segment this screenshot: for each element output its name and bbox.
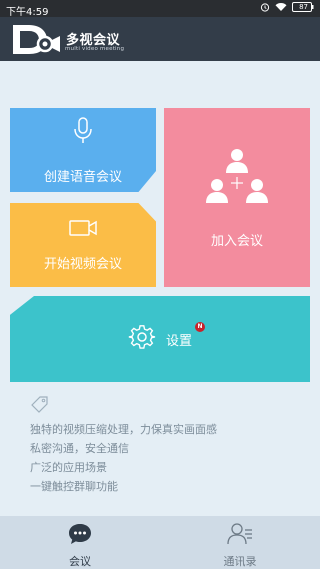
- logo-mark-icon: [13, 25, 60, 54]
- tab-meeting-label: 会议: [69, 555, 91, 568]
- alarm-icon: [260, 2, 270, 12]
- microphone-icon: [72, 116, 94, 150]
- video-camera-icon: [68, 219, 98, 241]
- feature-item: 独特的视频压缩处理，力保真实画面感: [30, 423, 217, 436]
- status-time: 下午4:59: [6, 7, 49, 18]
- app-header: 多视会议 multi video meeting: [0, 17, 320, 61]
- new-badge: N: [195, 321, 205, 332]
- create-voice-meeting-tile[interactable]: 创建语音会议: [10, 108, 156, 192]
- start-video-meeting-label: 开始视频会议: [43, 256, 122, 272]
- feature-list: 独特的视频压缩处理，力保真实画面感 私密沟通，安全通信 广泛的应用场景 一键触控…: [30, 394, 300, 496]
- tag-icon: [30, 394, 300, 418]
- group-users-icon: [204, 146, 270, 216]
- app-logo: 多视会议 multi video meeting: [10, 22, 150, 56]
- settings-text: 设置: [165, 333, 192, 349]
- tab-contacts-label: 通讯录: [223, 555, 257, 568]
- start-video-meeting-tile[interactable]: 开始视频会议: [10, 203, 156, 287]
- bottom-tab-bar: 会议 通讯录: [0, 516, 320, 569]
- feature-item: 私密沟通，安全通信: [30, 442, 129, 455]
- feature-item: 一键触控群聊功能: [30, 480, 118, 493]
- wifi-icon: [275, 2, 287, 12]
- chat-bubble-icon: [67, 522, 93, 550]
- create-voice-meeting-label: 创建语音会议: [43, 169, 122, 185]
- contacts-icon: [227, 522, 253, 550]
- logo-subtitle: multi video meeting: [65, 46, 125, 52]
- status-bar: 下午4:59 87: [0, 0, 320, 18]
- settings-label: 设置 N: [165, 321, 205, 349]
- battery-level: 87: [299, 3, 308, 11]
- join-meeting-tile[interactable]: 加入会议: [164, 108, 310, 287]
- settings-tile[interactable]: 设置 N: [10, 296, 310, 382]
- join-meeting-label: 加入会议: [210, 234, 263, 249]
- gear-icon: [128, 323, 156, 355]
- tab-contacts[interactable]: 通讯录: [160, 516, 320, 569]
- feature-item: 广泛的应用场景: [30, 461, 107, 474]
- tab-meeting[interactable]: 会议: [0, 516, 160, 569]
